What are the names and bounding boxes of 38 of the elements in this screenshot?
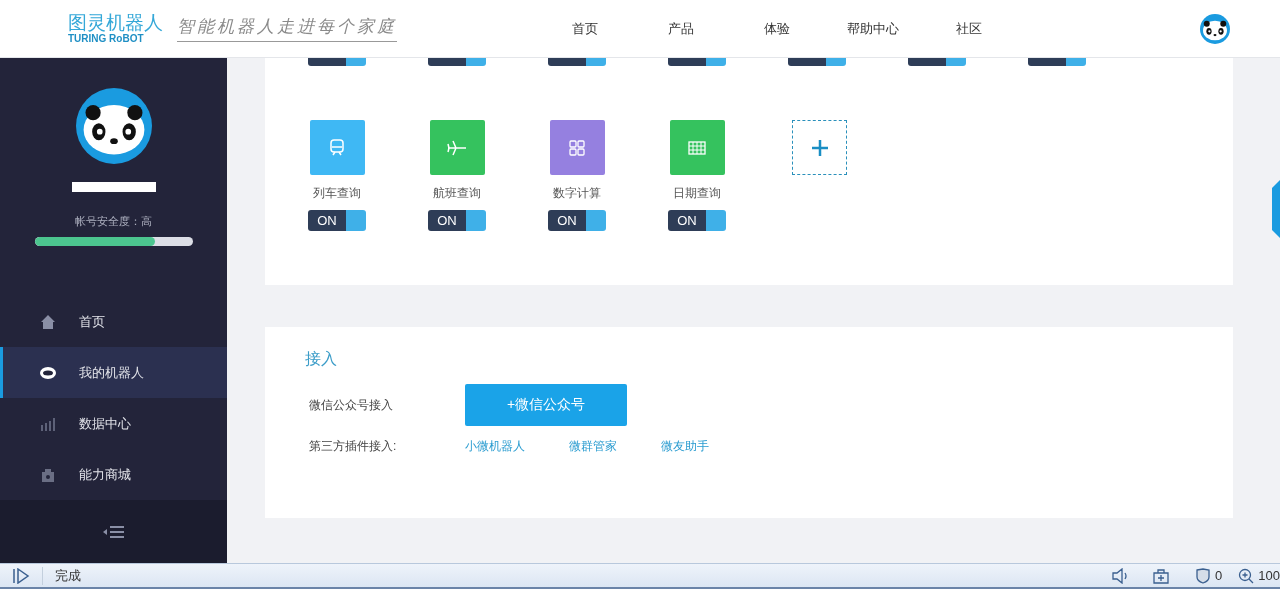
toolbox-icon[interactable] [1153, 567, 1170, 584]
logo-text: 图灵机器人 [68, 13, 163, 32]
sidebar-item[interactable]: 数据中心 [0, 398, 227, 449]
avatar-icon [1200, 13, 1230, 44]
home-icon [39, 312, 57, 331]
skill-tile[interactable] [309, 120, 365, 175]
section-title: 接入 [305, 349, 338, 369]
nav-link[interactable]: 社区 [921, 19, 1017, 38]
skill-name: 航班查询 [433, 185, 481, 202]
logo-subtitle: TURING RoBOT [68, 34, 145, 44]
plus-icon [810, 138, 829, 157]
skill-name: 日期查询 [673, 185, 721, 202]
row-label: 微信公众号接入 [308, 396, 394, 414]
side-tab[interactable] [1272, 180, 1280, 238]
avatar-icon [75, 88, 152, 164]
nav-link[interactable]: 帮助中心 [825, 19, 921, 38]
skill-tile[interactable] [429, 120, 485, 175]
add-skill-button[interactable] [792, 120, 847, 175]
nav-link[interactable]: 体验 [729, 19, 825, 38]
zoom-level[interactable]: 100 [1258, 568, 1280, 583]
sidebar-item[interactable]: 首页 [0, 296, 227, 347]
nav-link[interactable]: 产品 [633, 19, 729, 38]
zoom-icon[interactable] [1238, 567, 1255, 584]
skill-name: 数字计算 [553, 185, 601, 202]
row-label: 第三方插件接入: [308, 438, 398, 455]
security-label: 帐号安全度：高 [75, 214, 152, 229]
status-text: 完成 [42, 566, 81, 585]
skill-tile[interactable] [669, 120, 725, 175]
sidebar-item[interactable]: 能力商城 [0, 449, 227, 500]
collapse-menu-icon[interactable] [102, 524, 125, 539]
skill-name: 列车查询 [313, 185, 361, 202]
play-icon[interactable] [12, 567, 30, 584]
blocked-count: 0 [1215, 568, 1223, 583]
sidebar-item[interactable]: 我的机器人 [0, 347, 227, 398]
nav-link[interactable]: 首页 [537, 19, 633, 38]
slogan: 智能机器人走进每个家庭 [177, 15, 397, 42]
shield-icon[interactable] [1195, 567, 1212, 584]
skill-tile[interactable] [549, 120, 605, 175]
